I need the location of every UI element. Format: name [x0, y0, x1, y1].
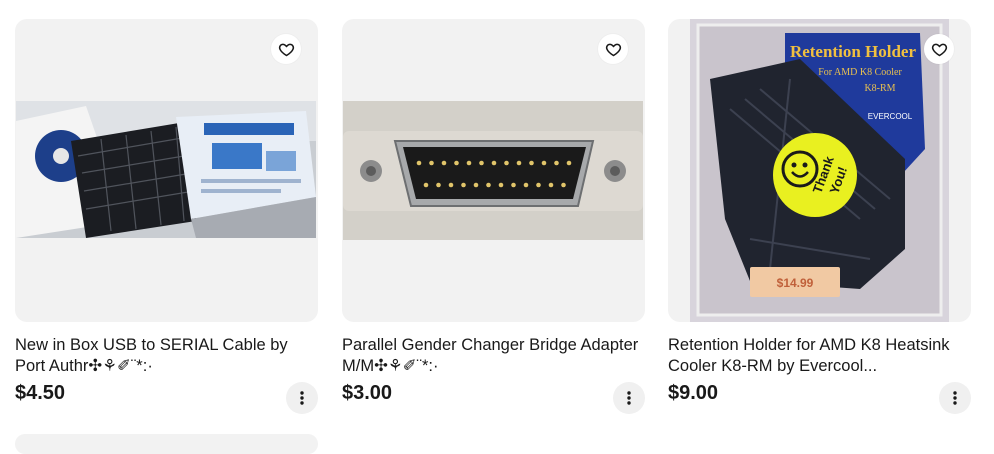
- box-brand-text: EVERCOOL: [868, 112, 913, 121]
- connector-pin: [454, 160, 459, 166]
- more-vertical-icon: [953, 391, 957, 405]
- more-actions-button[interactable]: [939, 382, 971, 414]
- more-vertical-icon: [300, 391, 304, 405]
- heart-icon: [278, 43, 294, 56]
- more-actions-button[interactable]: [286, 382, 318, 414]
- listing-price: $3.00: [342, 382, 393, 404]
- connector-pin: [466, 160, 472, 166]
- connector-pin: [479, 160, 484, 166]
- connector-pin: [541, 160, 547, 166]
- watch-button[interactable]: [271, 34, 301, 64]
- connector-pin: [566, 160, 572, 166]
- watch-button[interactable]: [598, 34, 628, 64]
- connector-pin: [511, 182, 516, 188]
- product-image-usb-serial-cable: [16, 101, 316, 238]
- more-vertical-icon: [627, 391, 631, 405]
- connector-pin: [516, 160, 522, 166]
- listing-title[interactable]: Retention Holder for AMD K8 Heatsink Coo…: [668, 335, 971, 377]
- listing-price: $9.00: [668, 382, 719, 404]
- more-actions-button[interactable]: [613, 382, 645, 414]
- connector-pin: [441, 160, 447, 166]
- connector-pin: [561, 182, 566, 188]
- connector-pin: [416, 160, 422, 166]
- heart-icon: [931, 43, 947, 56]
- connector-pin: [461, 182, 466, 188]
- connector-pin: [436, 182, 441, 188]
- listing-image-tile[interactable]: [15, 19, 318, 322]
- connector-pin: [423, 182, 429, 188]
- listing-price: $4.50: [15, 382, 66, 404]
- price-tag-text: $14.99: [777, 276, 814, 290]
- connector-pin: [529, 160, 534, 166]
- listing-card[interactable]: New in Box USB to SERIAL Cable by Port A…: [15, 19, 318, 415]
- connector-pin: [486, 182, 491, 188]
- listing-title[interactable]: Parallel Gender Changer Bridge Adapter M…: [342, 335, 645, 377]
- listing-image-tile[interactable]: [342, 19, 645, 322]
- listing-card[interactable]: Parallel Gender Changer Bridge Adapter M…: [342, 19, 645, 415]
- product-image-parallel-adapter: [343, 101, 643, 240]
- box-sub2-text: K8-RM: [864, 83, 895, 94]
- connector-pin: [491, 160, 497, 166]
- box-sub1-text: For AMD K8 Cooler: [818, 67, 902, 78]
- listing-image-tile[interactable]: Retention Holder For AMD K8 Cooler K8-RM…: [668, 19, 971, 322]
- connector-pin: [548, 182, 554, 188]
- connector-pin: [504, 160, 509, 166]
- listing-card[interactable]: Retention Holder For AMD K8 Cooler K8-RM…: [668, 19, 971, 415]
- connector-pin: [523, 182, 529, 188]
- connector-pin: [554, 160, 559, 166]
- connector-pin: [536, 182, 541, 188]
- heart-icon: [605, 43, 621, 56]
- connector-pin: [429, 160, 434, 166]
- watch-button[interactable]: [924, 34, 954, 64]
- box-title-text: Retention Holder: [790, 42, 917, 61]
- connector-pin: [473, 182, 479, 188]
- connector-pin: [498, 182, 504, 188]
- product-image-retention-holder: Retention Holder For AMD K8 Cooler K8-RM…: [690, 19, 949, 322]
- listing-title[interactable]: New in Box USB to SERIAL Cable by Port A…: [15, 335, 318, 377]
- next-listing-card[interactable]: [15, 434, 318, 454]
- connector-pin: [448, 182, 454, 188]
